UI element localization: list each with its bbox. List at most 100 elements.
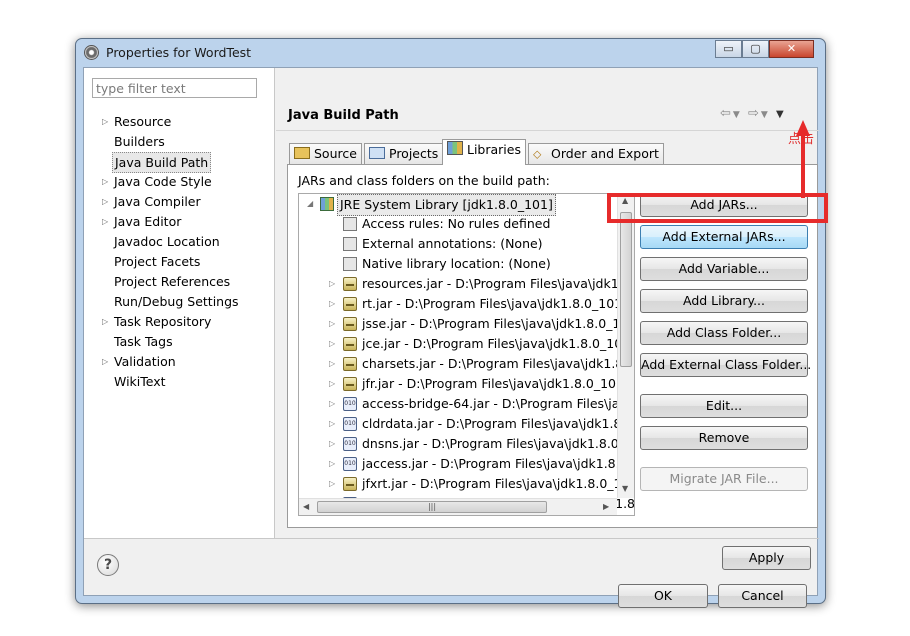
forward-arrow-icon[interactable]: ⇨ — [748, 106, 761, 121]
tree-row-label: Native library location: (None) — [362, 256, 551, 271]
nav-item-label: Validation — [114, 354, 176, 369]
expand-arrow-icon[interactable]: ▷ — [329, 354, 335, 374]
close-button[interactable]: ✕ — [769, 40, 814, 58]
libraries-label: JARs and class folders on the build path… — [298, 173, 550, 188]
nav-item-javadoc-location[interactable]: Javadoc Location — [114, 232, 220, 251]
nav-item-label: Task Repository — [114, 314, 212, 329]
tree-row-label: jaccess.jar - D:\Program Files\java\jdk1… — [362, 456, 634, 471]
expand-arrow-icon[interactable]: ▷ — [329, 454, 335, 474]
jar-icon — [343, 477, 357, 491]
tree-row-label: resources.jar - D:\Program Files\java\jd… — [362, 276, 634, 291]
tree-row-label: jfxrt.jar - D:\Program Files\java\jdk1.8… — [362, 476, 634, 491]
class-jar-icon: 010 — [343, 397, 357, 411]
maximize-button[interactable]: ▢ — [742, 40, 769, 58]
chevron-down-icon[interactable]: ▼ — [733, 110, 742, 120]
nav-item-wikitext[interactable]: WikiText — [114, 372, 166, 391]
add-library-button[interactable]: Add Library... — [640, 289, 808, 313]
nav-item-java-editor[interactable]: ▷ Java Editor — [102, 212, 181, 231]
tree-row-label: access-bridge-64.jar - D:\Program Files\… — [362, 396, 634, 411]
nav-item-label: Run/Debug Settings — [114, 294, 239, 309]
expand-arrow-icon[interactable]: ▷ — [329, 314, 335, 334]
back-arrow-icon[interactable]: ⇦ — [720, 106, 733, 121]
libraries-tree[interactable]: ◢ JRE System Library [jdk1.8.0_101] Access… — [298, 193, 635, 516]
page-title: Java Build Path — [288, 108, 399, 123]
class-jar-icon: 010 — [343, 457, 357, 471]
arrow-shaft — [801, 134, 805, 198]
attribute-icon — [343, 217, 357, 231]
tab-order-export[interactable]: ⬦ Order and Export — [528, 143, 664, 164]
expand-arrow-icon[interactable]: ▷ — [102, 312, 108, 331]
migrate-jar-button[interactable]: Migrate JAR File... — [640, 467, 808, 491]
expand-arrow-icon[interactable]: ▷ — [329, 434, 335, 454]
expand-arrow-icon[interactable]: ▷ — [329, 334, 335, 354]
minimize-button[interactable]: ▭ — [715, 40, 742, 58]
edit-button[interactable]: Edit... — [640, 394, 808, 418]
tree-row-label: rt.jar - D:\Program Files\java\jdk1.8.0_… — [362, 296, 635, 311]
nav-item-project-references[interactable]: Project References — [114, 272, 230, 291]
expand-arrow-icon[interactable]: ▷ — [102, 112, 108, 131]
nav-item-java-code-style[interactable]: ▷ Java Code Style — [102, 172, 212, 191]
tree-row-label: jce.jar - D:\Program Files\java\jdk1.8.0… — [362, 336, 634, 351]
jar-icon — [343, 337, 357, 351]
expand-arrow-icon[interactable]: ▷ — [329, 294, 335, 314]
help-icon[interactable]: ? — [97, 554, 119, 576]
order-export-icon: ⬦ — [533, 147, 542, 161]
apply-button[interactable]: Apply — [722, 546, 811, 570]
nav-item-java-compiler[interactable]: ▷ Java Compiler — [102, 192, 201, 211]
tree-row-label: dnsns.jar - D:\Program Files\java\jdk1.8… — [362, 436, 634, 451]
nav-item-label: Java Compiler — [114, 194, 201, 209]
properties-dialog: Properties for WordTest ▭ ▢ ✕ ▷ Resource B… — [75, 38, 826, 608]
add-external-jars-button[interactable]: Add External JARs... — [640, 225, 808, 249]
collapse-arrow-icon[interactable]: ◢ — [307, 194, 313, 214]
expand-arrow-icon[interactable]: ▷ — [102, 172, 108, 191]
tree-row-label: External annotations: (None) — [362, 236, 543, 251]
jar-icon — [343, 277, 357, 291]
scroll-down-icon[interactable]: ▼ — [622, 484, 628, 493]
jar-icon — [343, 317, 357, 331]
add-external-class-folder-button[interactable]: Add External Class Folder... — [640, 353, 811, 377]
scroll-left-icon[interactable]: ◀ — [303, 502, 309, 511]
nav-item-java-build-path[interactable]: Java Build Path — [112, 152, 212, 173]
nav-item-task-repository[interactable]: ▷ Task Repository — [102, 312, 212, 331]
annotation-arrow-icon — [796, 120, 810, 198]
nav-item-validation[interactable]: ▷ Validation — [102, 352, 176, 371]
tab-projects[interactable]: Projects — [364, 143, 444, 164]
vertical-scrollbar[interactable]: ▲ ▼ — [617, 194, 634, 498]
expand-arrow-icon[interactable]: ▷ — [102, 352, 108, 371]
cancel-button[interactable]: Cancel — [718, 584, 807, 608]
expand-arrow-icon[interactable]: ▷ — [329, 474, 335, 494]
add-variable-button[interactable]: Add Variable... — [640, 257, 808, 281]
tree-row-label: charsets.jar - D:\Program Files\java\jdk… — [362, 356, 634, 371]
expand-arrow-icon[interactable]: ▷ — [329, 394, 335, 414]
remove-button[interactable]: Remove — [640, 426, 808, 450]
nav-item-resource[interactable]: ▷ Resource — [102, 112, 171, 131]
expand-arrow-icon[interactable]: ▷ — [102, 212, 108, 231]
nav-item-builders[interactable]: Builders — [114, 132, 165, 151]
nav-item-task-tags[interactable]: Task Tags — [114, 332, 173, 351]
vertical-scroll-thumb[interactable] — [620, 212, 632, 367]
library-icon — [320, 197, 334, 211]
chevron-down-icon[interactable]: ▼ — [761, 110, 770, 120]
expand-arrow-icon[interactable]: ▷ — [329, 274, 335, 294]
add-class-folder-button[interactable]: Add Class Folder... — [640, 321, 808, 345]
filter-input[interactable] — [92, 78, 257, 98]
ok-button[interactable]: OK — [618, 584, 708, 608]
bottom-separator — [84, 538, 819, 539]
projects-icon — [369, 147, 385, 159]
tree-row-label: jfr.jar - D:\Program Files\java\jdk1.8.0… — [362, 376, 635, 391]
tab-libraries[interactable]: Libraries — [442, 139, 526, 165]
history-nav[interactable]: ⇦▼ ⇨▼ ▼ — [720, 106, 786, 121]
view-menu-icon[interactable]: ▼ — [776, 109, 786, 120]
scroll-right-icon[interactable]: ▶ — [603, 502, 609, 511]
nav-item-label: Javadoc Location — [114, 234, 220, 249]
tab-source[interactable]: Source — [289, 143, 362, 164]
nav-item-label: Task Tags — [114, 334, 173, 349]
expand-arrow-icon[interactable]: ▷ — [329, 374, 335, 394]
nav-item-project-facets[interactable]: Project Facets — [114, 252, 200, 271]
nav-item-run-debug-settings[interactable]: Run/Debug Settings — [114, 292, 239, 311]
horizontal-scroll-thumb[interactable]: ||| — [317, 501, 547, 513]
libraries-icon — [447, 141, 463, 155]
expand-arrow-icon[interactable]: ▷ — [102, 192, 108, 211]
expand-arrow-icon[interactable]: ▷ — [329, 414, 335, 434]
horizontal-scrollbar[interactable]: ◀ ||| ▶ — [299, 498, 617, 515]
